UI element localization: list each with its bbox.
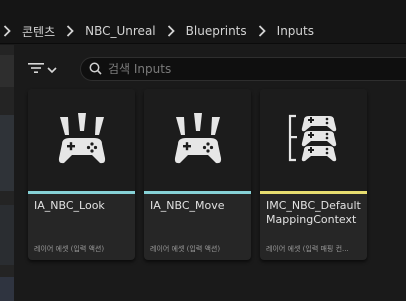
- gamepad-icon: [52, 108, 112, 172]
- asset-type-label: 레이어 에셋 (입력 매핑 컨...: [266, 245, 349, 253]
- gamepad-stack-icon: [282, 108, 346, 172]
- asset-thumbnail: [144, 89, 251, 191]
- breadcrumb: 콘텐츠 NBC_Unreal Blueprints Inputs: [0, 20, 322, 42]
- asset-type-label: 레이어 에셋 (입력 액션): [34, 245, 105, 253]
- asset-type-stripe: [28, 191, 135, 194]
- asset-name: IA_NBC_Look: [34, 199, 105, 212]
- breadcrumb-item-content[interactable]: 콘텐츠: [14, 23, 63, 40]
- breadcrumb-item-inputs[interactable]: Inputs: [269, 24, 322, 38]
- panel-block: [0, 205, 14, 265]
- filter-button[interactable]: [28, 58, 68, 78]
- asset-tile-ia-nbc-look[interactable]: IA_NBC_Look 레이어 에셋 (입력 액션): [28, 89, 135, 260]
- asset-name: IA_NBC_Move: [150, 199, 225, 212]
- asset-type-stripe: [144, 191, 251, 194]
- panel-block: [0, 277, 14, 301]
- search-box[interactable]: [80, 57, 406, 81]
- asset-grid: IA_NBC_Look 레이어 에셋 (입력 액션) IA_NBC_Move 레…: [14, 89, 406, 301]
- search-input[interactable]: [108, 62, 368, 76]
- asset-thumbnail: [28, 89, 135, 191]
- chevron-right-icon[interactable]: [255, 23, 269, 39]
- source-panel-edge: [0, 45, 14, 301]
- panel-block: [0, 115, 14, 191]
- asset-tile-imc-nbc-default-mappingcontext[interactable]: IMC_NBC_Default MappingContext 레이어 에셋 (입…: [260, 89, 367, 260]
- asset-name: IMC_NBC_Default MappingContext: [266, 199, 361, 226]
- panel-block: [0, 55, 14, 87]
- asset-thumbnail: [260, 89, 367, 191]
- asset-tile-ia-nbc-move[interactable]: IA_NBC_Move 레이어 에셋 (입력 액션): [144, 89, 251, 260]
- breadcrumb-item-nbc-unreal[interactable]: NBC_Unreal: [77, 24, 164, 38]
- chevron-right-icon[interactable]: [63, 23, 77, 39]
- chevron-right-icon[interactable]: [164, 23, 178, 39]
- breadcrumb-item-blueprints[interactable]: Blueprints: [178, 24, 255, 38]
- chevron-down-icon: [47, 59, 57, 78]
- search-icon: [89, 60, 102, 79]
- chevron-right-icon[interactable]: [0, 23, 14, 39]
- gamepad-icon: [168, 108, 228, 172]
- asset-type-stripe: [260, 191, 367, 194]
- breadcrumb-bar: 콘텐츠 NBC_Unreal Blueprints Inputs: [0, 0, 406, 44]
- asset-type-label: 레이어 에셋 (입력 액션): [150, 245, 221, 253]
- filter-bar: [14, 45, 406, 89]
- filter-icon: [28, 59, 44, 78]
